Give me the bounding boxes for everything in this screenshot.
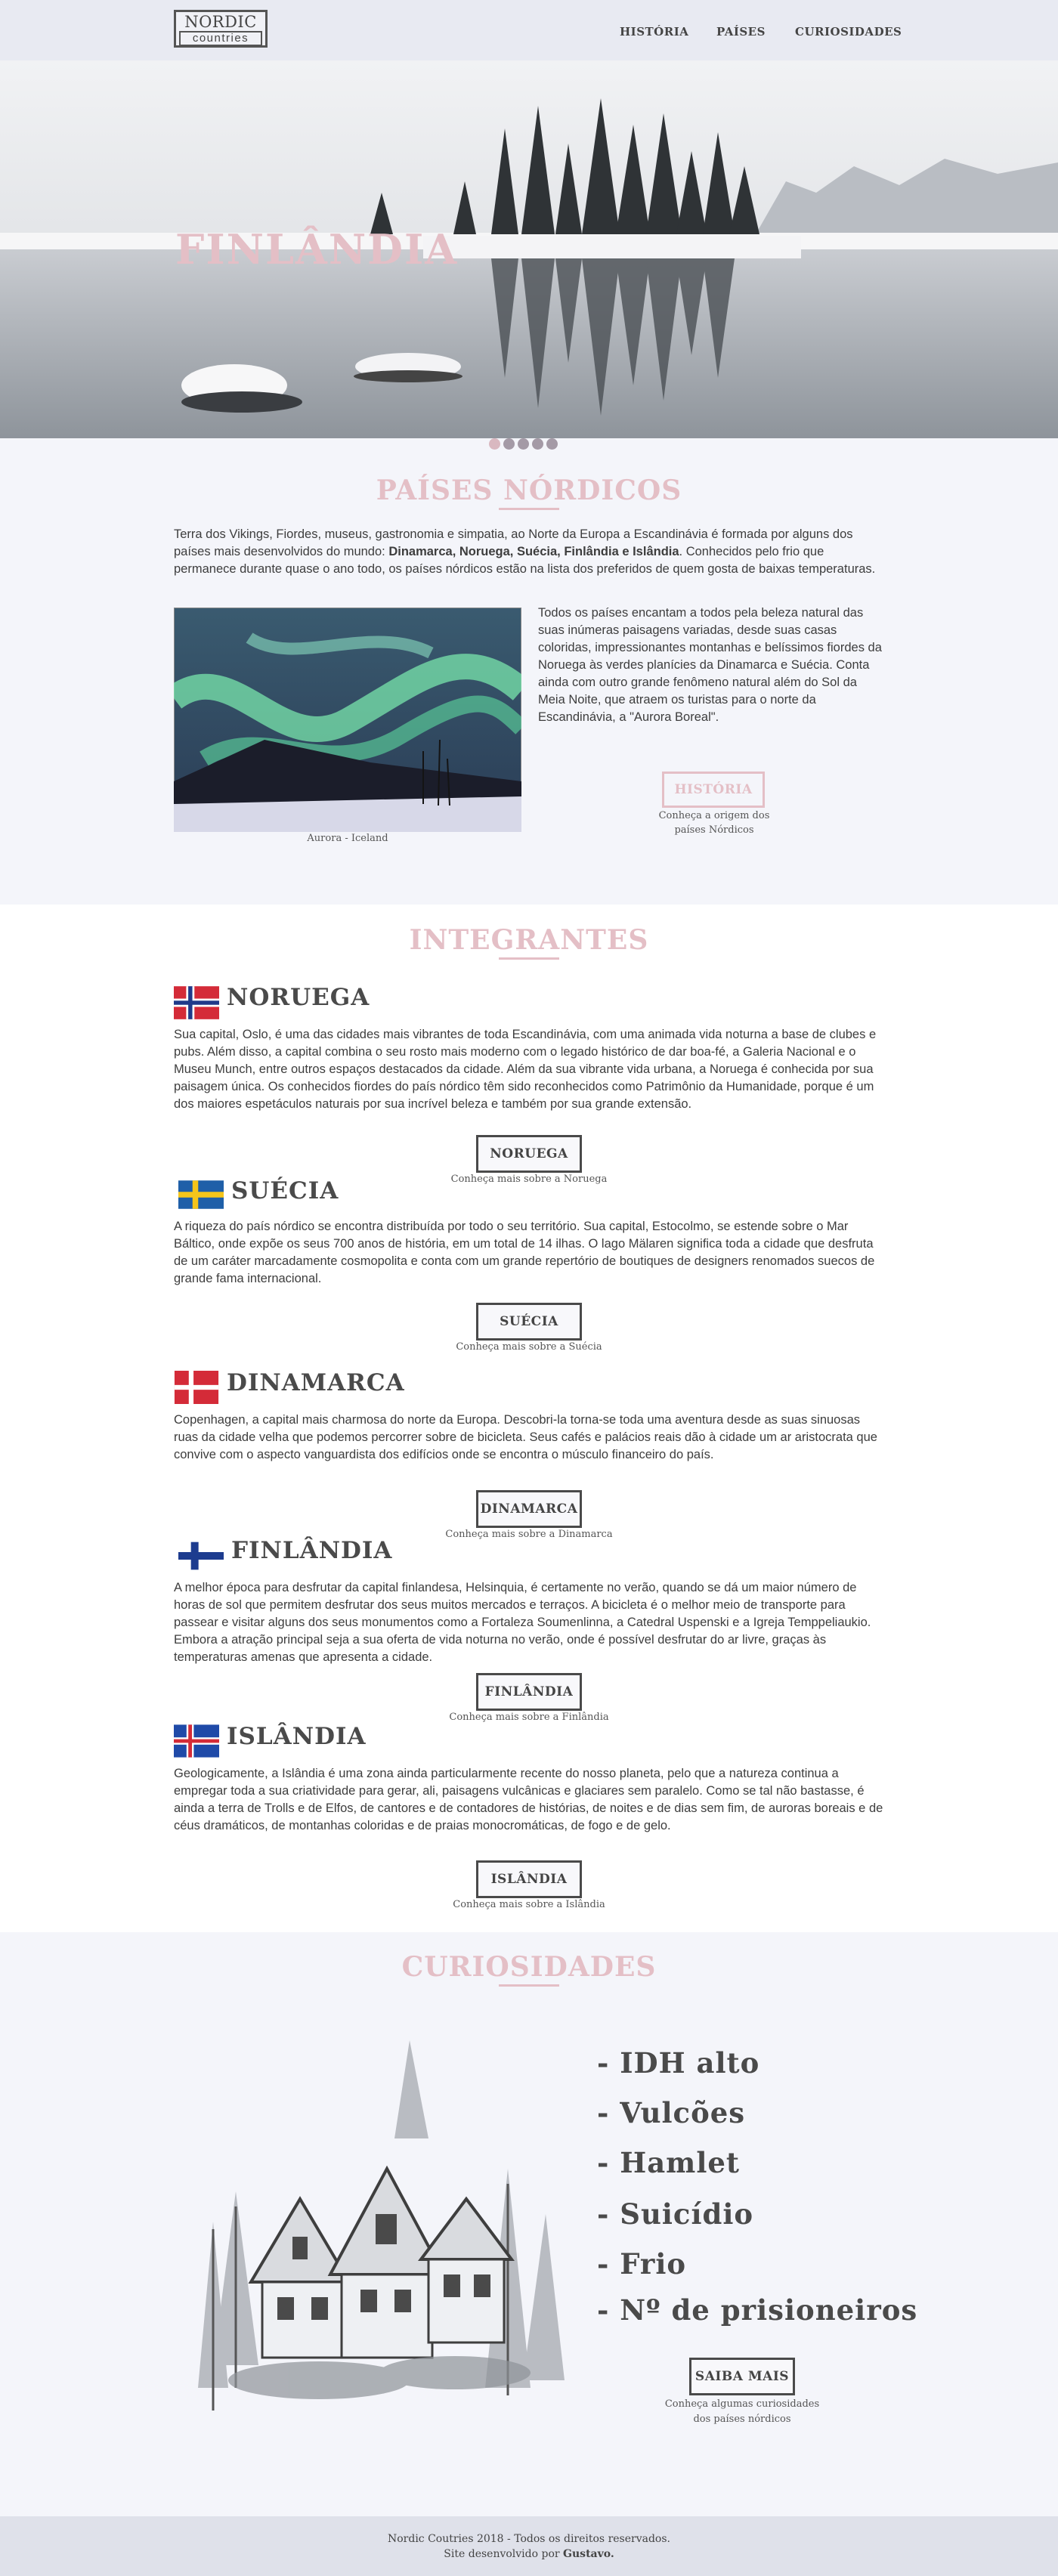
curiosity-item: - Nº de prisioneiros [597, 2293, 918, 2327]
country-text-finland: A melhor época para desfrutar da capital… [174, 1581, 871, 1664]
historia-caption: Conheça a origem dos países Nórdicos [658, 810, 770, 836]
section-title-members: INTEGRANTES [0, 924, 1058, 960]
sweden-caption: Conheça mais sobre a Suécia [456, 1341, 602, 1353]
nav-paises[interactable]: PAÍSES [716, 25, 766, 39]
section-title-nordic: PAÍSES NÓRDICOS [0, 475, 1058, 510]
norway-button[interactable]: NORUEGA [476, 1135, 582, 1173]
curiosity-item: - Vulcões [597, 2096, 746, 2129]
aurora-caption: Aurora - Iceland [307, 833, 388, 844]
footer-credit: Site desenvolvido por Gustavo. [0, 2548, 1058, 2560]
sweden-button[interactable]: SUÉCIA [476, 1303, 582, 1341]
curiosity-item: - Hamlet [597, 2146, 741, 2179]
section-title-curiosities: CURIOSIDADES [0, 1951, 1058, 1987]
logo-line2: countries [179, 31, 262, 46]
slider-dot[interactable] [503, 438, 515, 450]
title-underline [499, 508, 559, 510]
iceland-caption: Conheça mais sobre a Islândia [453, 1899, 605, 1910]
slider-dot[interactable] [546, 438, 558, 450]
footer-author: Gustavo. [563, 2548, 614, 2560]
slider-dot[interactable] [532, 438, 543, 450]
sweden-flag-icon [178, 1180, 224, 1209]
saiba-mais-button[interactable]: SAIBA MAIS [689, 2358, 795, 2395]
country-name-sweden: SUÉCIA [231, 1177, 339, 1205]
iceland-button[interactable]: ISLÂNDIA [476, 1860, 582, 1898]
nav-historia[interactable]: HISTÓRIA [620, 25, 688, 39]
hero-image [0, 60, 1058, 438]
footer-copyright: Nordic Coutries 2018 - Todos os direitos… [387, 2533, 670, 2545]
hero-title: FINLÂNDIA [175, 225, 459, 274]
iceland-flag-icon [174, 1724, 219, 1758]
nordic-body: Todos os países encantam a todos pela be… [538, 606, 882, 724]
aurora-image [174, 608, 521, 832]
house-sketch-image [198, 2040, 565, 2411]
logo-line1: NORDIC [184, 13, 257, 31]
norway-caption: Conheça mais sobre a Noruega [450, 1174, 608, 1185]
slider-dots [489, 438, 558, 450]
country-text-norway: Sua capital, Oslo, é uma das cidades mai… [174, 1028, 877, 1111]
denmark-flag-icon [174, 1371, 219, 1404]
country-text-iceland: Geologicamente, a Islândia é uma zona ai… [174, 1767, 883, 1832]
nav-curiosidades[interactable]: CURIOSIDADES [795, 25, 902, 39]
saiba-mais-caption: Conheça algumas curiosidades dos países … [664, 2398, 820, 2425]
country-name-norway: NORUEGA [227, 984, 370, 1011]
finland-flag-icon [178, 1542, 224, 1570]
title-underline [499, 1984, 559, 1987]
historia-button[interactable]: HISTÓRIA [662, 772, 765, 808]
footer-credit-text: Site desenvolvido por [444, 2548, 564, 2560]
denmark-button[interactable]: DINAMARCA [476, 1490, 582, 1528]
country-name-iceland: ISLÂNDIA [227, 1723, 367, 1750]
finland-button[interactable]: FINLÂNDIA [476, 1673, 582, 1711]
site-header: NORDIC countries HISTÓRIA PAÍSES CURIOSI… [0, 0, 1058, 60]
section-title-text: PAÍSES NÓRDICOS [376, 475, 682, 506]
country-name-finland: FINLÂNDIA [231, 1537, 393, 1564]
curiosity-item: - Suicídio [597, 2197, 754, 2231]
finland-caption: Conheça mais sobre a Finlândia [449, 1712, 609, 1723]
country-name-denmark: DINAMARCA [227, 1369, 405, 1396]
section-title-text: INTEGRANTES [409, 924, 649, 956]
intro-bold: Dinamarca, Noruega, Suécia, Finlândia e … [388, 545, 679, 558]
site-footer: Nordic Coutries 2018 - Todos os direitos… [0, 2516, 1058, 2576]
hero-slider: FINLÂNDIA [0, 60, 1058, 438]
curiosity-item: - Frio [597, 2247, 687, 2281]
nordic-intro: Terra dos Vikings, Fiordes, museus, gast… [174, 526, 886, 578]
country-text-denmark: Copenhagen, a capital mais charmosa do n… [174, 1413, 877, 1461]
norway-flag-icon [174, 986, 219, 1019]
curiosity-item: - IDH alto [597, 2046, 760, 2080]
slider-dot[interactable] [489, 438, 500, 450]
country-text-sweden: A riqueza do país nórdico se encontra di… [174, 1220, 875, 1285]
denmark-caption: Conheça mais sobre a Dinamarca [445, 1529, 613, 1540]
title-underline [499, 957, 559, 960]
section-title-text: CURIOSIDADES [401, 1951, 657, 1983]
slider-dot[interactable] [518, 438, 529, 450]
logo[interactable]: NORDIC countries [174, 10, 268, 48]
